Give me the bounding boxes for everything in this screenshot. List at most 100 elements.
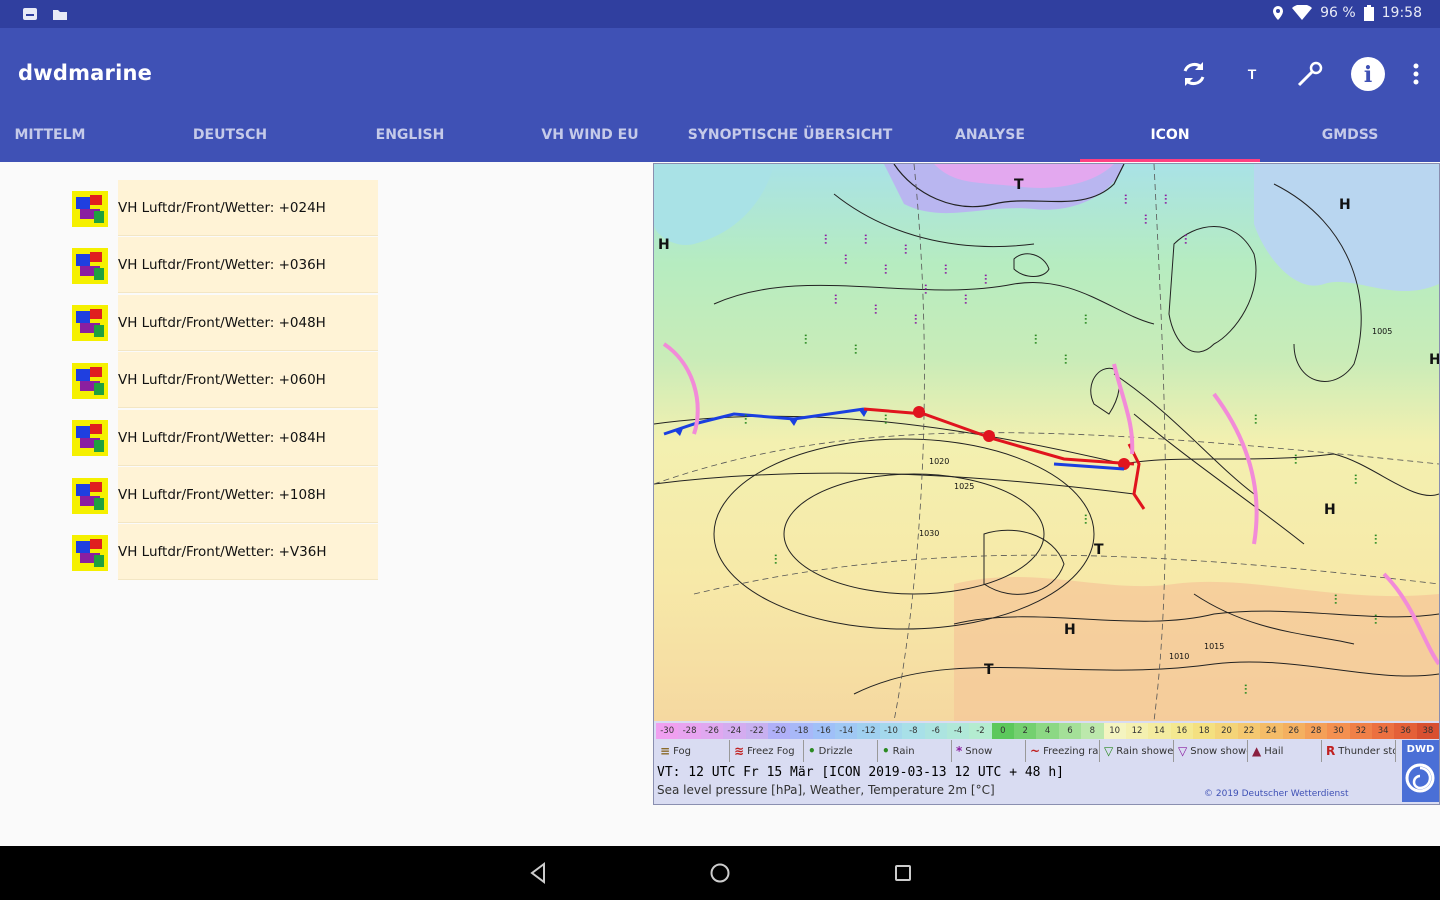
info-glyph: i: [1364, 62, 1372, 88]
folder-icon: [53, 10, 67, 20]
pressure-center: H: [658, 237, 670, 253]
info-button[interactable]: i: [1348, 54, 1388, 94]
svg-text:⫶: ⫶: [1144, 213, 1147, 228]
svg-text:⫶: ⫶: [1124, 193, 1127, 208]
scale-step: 10: [1103, 723, 1126, 739]
battery-icon: [1363, 5, 1374, 21]
scale-step: -28: [678, 723, 701, 739]
list-item-label: VH Luftdr/Front/Wetter: +048H: [118, 294, 378, 351]
map-description: Sea level pressure [hPa], Weather, Tempe…: [657, 783, 995, 797]
list-item[interactable]: VH Luftdr/Front/Wetter: +060H: [66, 352, 378, 409]
legend-freez-fog: ≋ Freez Fog: [730, 740, 804, 762]
pressure-center: H: [1324, 502, 1336, 518]
svg-text:⫶: ⫶: [874, 303, 877, 318]
tab-gmdss[interactable]: GMDSS: [1260, 114, 1440, 162]
list-item[interactable]: VH Luftdr/Front/Wetter: +048H: [66, 294, 378, 352]
list-item-label: VH Luftdr/Front/Wetter: +024H: [118, 180, 378, 236]
scale-step: 16: [1170, 723, 1193, 739]
map-thumbnail-icon: [72, 535, 108, 572]
list-item[interactable]: VH Luftdr/Front/Wetter: +108H: [66, 466, 378, 524]
legend-freezing-rain: ~Freezing rain: [1026, 740, 1100, 762]
legend-fog: ≡ Fog: [656, 740, 730, 762]
list-item[interactable]: VH Luftdr/Front/Wetter: +084H: [66, 409, 378, 467]
info-icon: i: [1351, 57, 1385, 91]
tab-synoptische-uebersicht[interactable]: SYNOPTISCHE ÜBERSICHT: [680, 114, 900, 162]
isobar-label: 1015: [1204, 642, 1224, 651]
dwd-logo-text: DWD: [1406, 744, 1435, 755]
scale-step: -20: [767, 723, 791, 739]
tab-analyse[interactable]: ANALYSE: [900, 114, 1080, 162]
app-bar: dwdmarine T i MITTELM DEUTSCH ENGLISH VH…: [0, 28, 1440, 162]
legend-thunder-storm: RThunder storm: [1322, 740, 1396, 762]
legend-snow: * Snow: [952, 740, 1026, 762]
list-item[interactable]: VH Luftdr/Front/Wetter: +024H: [66, 180, 378, 237]
scale-step: 0: [991, 723, 1014, 739]
svg-text:⫶: ⫶: [944, 263, 947, 278]
isobar-label: 1030: [919, 529, 939, 538]
list-item[interactable]: VH Luftdr/Front/Wetter: +036H: [66, 237, 378, 294]
svg-text:⫶: ⫶: [824, 233, 827, 248]
scale-step: -24: [723, 723, 746, 739]
scale-step: -14: [835, 723, 858, 739]
overflow-menu-icon: [1413, 63, 1419, 85]
wifi-icon: [1292, 5, 1313, 20]
scale-step: 38: [1416, 723, 1439, 739]
settings-tool-button[interactable]: [1290, 54, 1330, 94]
scale-step: 2: [1014, 723, 1037, 739]
legend-rain-shower: ▽ Rain shower: [1100, 740, 1174, 762]
tab-mittelm[interactable]: MITTELM: [0, 114, 100, 162]
scale-step: 6: [1058, 723, 1082, 739]
tab-vh-wind-eu[interactable]: VH WIND EU: [500, 114, 680, 162]
toolbar-actions: T i: [1156, 54, 1426, 94]
scale-step: 14: [1148, 723, 1171, 739]
legend-hail: ▲ Hail: [1248, 740, 1322, 762]
legend-drizzle: • Drizzle: [804, 740, 878, 762]
svg-text:⫶: ⫶: [864, 233, 867, 248]
copyright: © 2019 Deutscher Wetterdienst: [1204, 789, 1349, 799]
app-title: dwdmarine: [18, 61, 153, 85]
refresh-button[interactable]: [1174, 54, 1214, 94]
scale-step: -12: [857, 723, 880, 739]
svg-text:⫶: ⫶: [1374, 613, 1377, 628]
tab-deutsch[interactable]: DEUTSCH: [140, 114, 320, 162]
weather-map-canvas: ⫶⫶⫶⫶⫶ ⫶⫶⫶⫶ ⫶⫶⫶⫶ ⫶⫶⫶ ⫶⫶⫶⫶ ⫶⫶ ⫶ ⫶ ⫶⫶⫶⫶ ⫶⫶⫶⫶ …: [654, 164, 1439, 721]
scale-step: 12: [1125, 723, 1149, 739]
svg-text:⫶: ⫶: [1354, 473, 1357, 488]
svg-text:⫶: ⫶: [1334, 593, 1337, 608]
list-item-label: VH Luftdr/Front/Wetter: +036H: [118, 237, 378, 294]
home-icon[interactable]: [705, 858, 735, 888]
svg-text:⫶: ⫶: [1064, 353, 1067, 368]
recents-icon[interactable]: [888, 858, 918, 888]
svg-text:⫶: ⫶: [1034, 333, 1037, 348]
scale-step: -6: [924, 723, 947, 739]
map-legend: -30 -28 -26 -24 -22 -20 -18 -16 -14 -12 …: [654, 721, 1439, 804]
list-item-label: VH Luftdr/Front/Wetter: +084H: [118, 409, 378, 466]
hot-region: [954, 576, 1439, 721]
svg-text:⫶: ⫶: [1084, 313, 1087, 328]
isobar-label: 1025: [954, 482, 974, 491]
pressure-center: T: [984, 662, 994, 678]
svg-text:⫶: ⫶: [1374, 533, 1377, 548]
isobar-label: 1010: [1169, 652, 1189, 661]
scale-step: 18: [1193, 723, 1216, 739]
overflow-menu-button[interactable]: [1406, 54, 1426, 94]
svg-text:⫶: ⫶: [1184, 233, 1187, 248]
weather-map[interactable]: ⫶ ⫶ ⫶ ⫶ ⫶ ⫶ ⫶ ⫶ ⫶ ⫶ ⫶ ⫶ ⫶ ⫶ ⫶ ⫶ ⫶ ⫶ ⫶ ⫶ ⫶ ⫶ ⫶ ⫶ ⫶ ⫶ ⫶ ⫶ ⫶ ⫶ ⫶ ⫶ …: [653, 163, 1440, 805]
list-item[interactable]: VH Luftdr/Front/Wetter: +V36H: [66, 524, 378, 581]
active-tab-indicator: [1080, 159, 1260, 162]
svg-text:⫶: ⫶: [1294, 453, 1297, 468]
tab-english[interactable]: ENGLISH: [320, 114, 500, 162]
tab-icon[interactable]: ICON: [1080, 114, 1260, 162]
back-icon[interactable]: [523, 858, 553, 888]
scale-step: 32: [1349, 723, 1372, 739]
scale-step: 26: [1282, 723, 1305, 739]
pressure-center: H: [1429, 352, 1439, 368]
svg-text:⫶: ⫶: [924, 283, 927, 298]
text-size-button[interactable]: T: [1232, 54, 1272, 94]
scale-step: -10: [879, 723, 903, 739]
scale-step: 4: [1036, 723, 1059, 739]
scale-step: 22: [1237, 723, 1261, 739]
scale-step: 8: [1081, 723, 1104, 739]
list-item-label: VH Luftdr/Front/Wetter: +060H: [118, 352, 378, 409]
isobar-label: 1005: [1372, 327, 1392, 336]
